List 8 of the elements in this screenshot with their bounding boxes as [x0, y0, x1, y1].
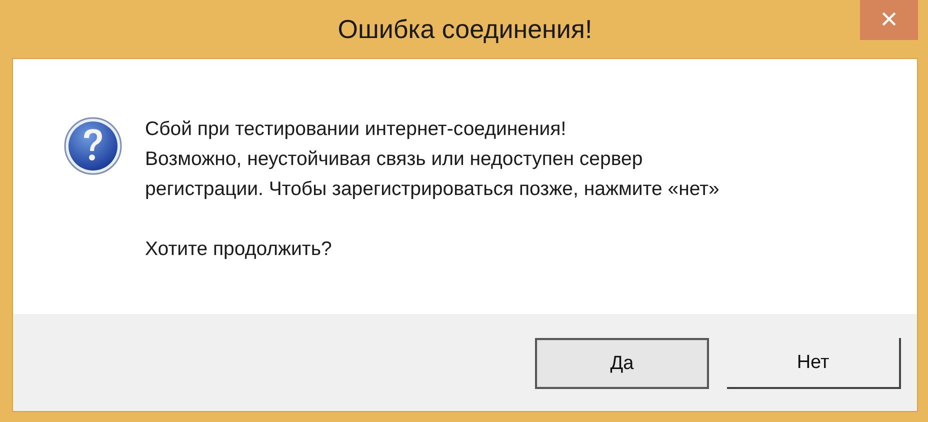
yes-button[interactable]: Да [535, 338, 709, 389]
question-text: Хотите продолжить? [145, 237, 333, 262]
message-text: регистрации. Чтобы зарегистрироваться позже, нажмите «нет» [145, 177, 720, 202]
no-button[interactable]: Нет [727, 338, 901, 389]
question-icon [63, 116, 123, 176]
message-text: Возможно, неустойчивая связь или недоступен сервер [145, 147, 644, 172]
message-text: Сбой при тестировании интернет-соединения! [145, 117, 568, 142]
window-title: Ошибка соединения! [338, 14, 592, 44]
